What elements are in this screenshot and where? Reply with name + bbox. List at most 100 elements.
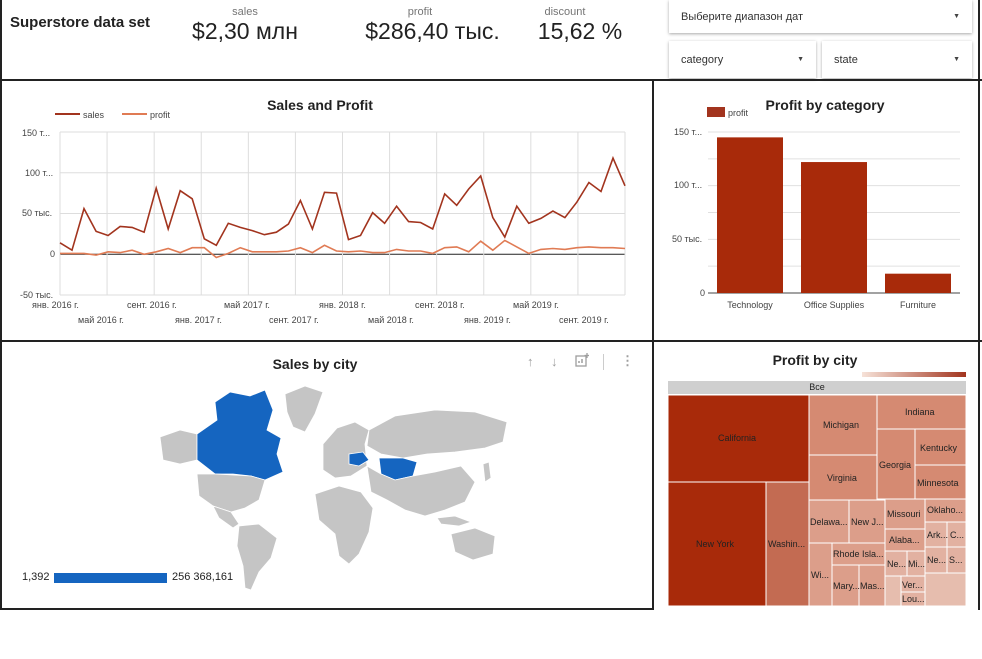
y-tick-label: 50 тыс. bbox=[22, 208, 52, 218]
dropdown-arrow-icon: ▼ bbox=[953, 13, 960, 20]
treemap-label: Mas... bbox=[860, 581, 885, 591]
chart-bars: Technology Office Supplies Furniture bbox=[717, 137, 951, 310]
treemap-cell[interactable] bbox=[884, 575, 902, 606]
toolbar-divider bbox=[603, 354, 604, 370]
map-legend-max: 256 368,161 bbox=[172, 571, 234, 583]
x-axis: янв. 2016 г. сент. 2016 г. май 2017 г. я… bbox=[32, 300, 609, 325]
map-region-japan[interactable] bbox=[482, 461, 492, 483]
treemap-label: Ne... bbox=[927, 555, 946, 565]
profit-city-title: Profit by city bbox=[772, 352, 858, 368]
treemap-label: Wi... bbox=[811, 570, 829, 580]
treemap-label: Rhode Isla... bbox=[833, 549, 884, 559]
treemap-label: Virginia bbox=[827, 473, 857, 483]
arrow-up-icon[interactable]: ↑ bbox=[527, 354, 534, 369]
sales-profit-chart: sales profit 150 т... 100 т... 50 тыс. 0… bbox=[20, 110, 626, 325]
x-tick-label: май 2018 г. bbox=[368, 315, 414, 325]
x-tick-label: янв. 2018 г. bbox=[319, 300, 366, 310]
y-tick-label: 150 т... bbox=[674, 127, 702, 137]
state-filter[interactable]: state ▼ bbox=[822, 41, 972, 78]
chart-legend: sales profit bbox=[55, 110, 171, 120]
date-range-control[interactable]: Выберите диапазон дат ▼ bbox=[669, 0, 972, 33]
map-region-usa[interactable] bbox=[196, 473, 266, 513]
divider-right bbox=[978, 0, 980, 610]
treemap-label: New J... bbox=[851, 517, 884, 527]
treemap-label: Kentucky bbox=[920, 443, 958, 453]
treemap-label: Indiana bbox=[905, 407, 935, 417]
divider-bottom-left bbox=[0, 608, 652, 610]
dropdown-arrow-icon: ▼ bbox=[797, 56, 804, 63]
kpi-discount-value: 15,62 % bbox=[537, 18, 623, 44]
legend-profit-label: profit bbox=[150, 110, 171, 120]
treemap-label: Ne... bbox=[887, 559, 906, 569]
more-vert-icon[interactable]: ⋮ bbox=[621, 353, 634, 369]
treemap-cell[interactable] bbox=[924, 572, 966, 606]
treemap-label: Washin... bbox=[768, 539, 805, 549]
map-region-south-america[interactable] bbox=[236, 523, 278, 591]
y-tick-label: 0 bbox=[700, 288, 705, 298]
treemap-label: California bbox=[718, 433, 756, 443]
arrow-down-icon[interactable]: ↓ bbox=[551, 354, 558, 369]
y-tick-label: 50 тыс. bbox=[672, 234, 702, 244]
y-tick-label: 150 т... bbox=[22, 128, 50, 138]
dropdown-arrow-icon: ▼ bbox=[953, 56, 960, 63]
treemap-label: Oklaho... bbox=[927, 505, 963, 515]
world-map[interactable] bbox=[155, 382, 515, 594]
x-tick-label: Office Supplies bbox=[804, 300, 865, 310]
map-legend-min: 1,392 bbox=[22, 571, 50, 583]
map-region-canada[interactable] bbox=[196, 389, 284, 481]
map-legend-gradient bbox=[54, 573, 167, 583]
treemap-label: Missouri bbox=[887, 509, 921, 519]
treemap-root-header[interactable]: Все bbox=[668, 381, 966, 394]
divider-center bbox=[652, 80, 654, 610]
divider-left bbox=[0, 0, 2, 610]
x-tick-label: янв. 2016 г. bbox=[32, 300, 79, 310]
treemap-label: Georgia bbox=[879, 460, 911, 470]
chart-add-icon[interactable] bbox=[575, 353, 589, 370]
kpi-sales-value: $2,30 млн bbox=[192, 18, 298, 44]
legend-profit-label: profit bbox=[728, 108, 749, 118]
sales-city-title: Sales by city bbox=[272, 356, 358, 372]
map-region-africa[interactable] bbox=[314, 485, 374, 565]
x-tick-label: сент. 2018 г. bbox=[415, 300, 465, 310]
x-tick-label: май 2019 г. bbox=[513, 300, 559, 310]
divider-top bbox=[0, 79, 982, 81]
map-region-alaska[interactable] bbox=[159, 429, 198, 465]
treemap-label: Ver... bbox=[902, 580, 923, 590]
treemap-label: Minnesota bbox=[917, 478, 959, 488]
treemap-label: S... bbox=[949, 555, 963, 565]
y-axis: 150 т... 100 т... 50 тыс. 0 -50 тыс. bbox=[20, 128, 55, 300]
map-region-russia[interactable] bbox=[366, 409, 508, 459]
map-region-europe[interactable] bbox=[322, 421, 370, 479]
y-tick-label: -50 тыс. bbox=[20, 290, 53, 300]
kpi-profit-label: profit bbox=[407, 6, 433, 18]
state-filter-label: state bbox=[834, 53, 858, 66]
x-tick-label: сент. 2016 г. bbox=[127, 300, 177, 310]
treemap-color-legend bbox=[862, 372, 966, 377]
bar-furniture[interactable] bbox=[885, 273, 951, 293]
bar-office-supplies[interactable] bbox=[801, 162, 867, 293]
x-tick-label: май 2017 г. bbox=[224, 300, 270, 310]
profit-category-chart: profit 150 т... 100 т... 50 тыс. 0 Techn… bbox=[672, 107, 960, 310]
map-region-australia[interactable] bbox=[450, 527, 496, 561]
divider-middle bbox=[0, 340, 982, 342]
y-tick-label: 100 т... bbox=[25, 168, 53, 178]
y-tick-label: 100 т... bbox=[674, 180, 702, 190]
x-tick-label: янв. 2019 г. bbox=[464, 315, 511, 325]
category-filter-label: category bbox=[681, 53, 724, 66]
map-region-greenland[interactable] bbox=[284, 385, 324, 433]
x-tick-label: сент. 2017 г. bbox=[269, 315, 319, 325]
x-tick-label: янв. 2017 г. bbox=[175, 315, 222, 325]
treemap-label: Delawa... bbox=[810, 517, 848, 527]
treemap-label: Mary... bbox=[833, 581, 860, 591]
treemap-label: New York bbox=[696, 539, 735, 549]
x-tick-label: сент. 2019 г. bbox=[559, 315, 609, 325]
kpi-profit-value: $286,40 тыс. bbox=[365, 18, 500, 44]
kpi-sales-label: sales bbox=[232, 6, 258, 18]
treemap-label: Mi... bbox=[908, 559, 925, 569]
treemap-label: Alaba... bbox=[889, 535, 920, 545]
bar-technology[interactable] bbox=[717, 137, 783, 293]
map-region-indonesia[interactable] bbox=[436, 515, 473, 527]
x-tick-label: Furniture bbox=[900, 300, 936, 310]
kpi-discount-label: discount bbox=[544, 6, 586, 18]
category-filter[interactable]: category ▼ bbox=[669, 41, 816, 78]
